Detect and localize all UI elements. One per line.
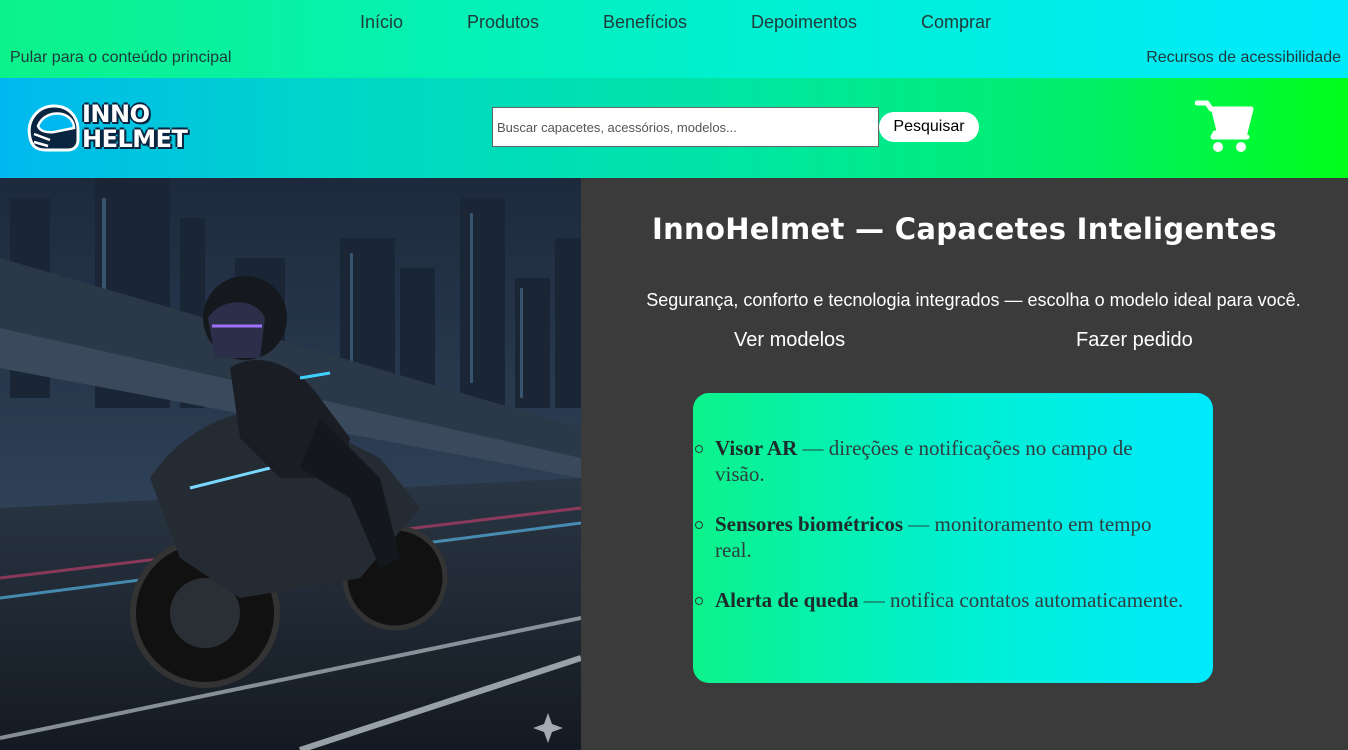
features-list: Visor AR — direções e notificações no ca…	[695, 435, 1185, 637]
hero-title: InnoHelmet — Capacetes Inteligentes	[652, 212, 1277, 246]
logo-wordmark: INNO HELMET	[82, 100, 188, 153]
innohelmet-logo[interactable]: INNO HELMET	[24, 100, 188, 160]
bullet-circle-icon	[695, 445, 703, 453]
hero-section: InnoHelmet — Capacetes Inteligentes Segu…	[581, 178, 1348, 750]
place-order-link[interactable]: Fazer pedido	[1076, 329, 1193, 352]
nav-link-depoimentos[interactable]: Depoimentos	[751, 12, 857, 33]
search-input[interactable]	[492, 107, 879, 147]
skip-to-content-link[interactable]: Pular para o conteúdo principal	[10, 49, 231, 67]
hero-image-motorcycle-rider	[0, 178, 581, 750]
feature-name: Sensores biométricos	[715, 512, 904, 536]
logo-line-helmet: HELMET	[82, 125, 188, 153]
feature-name: Alerta de queda	[715, 588, 859, 612]
view-models-link[interactable]: Ver modelos	[734, 329, 845, 352]
top-bar: Início Produtos Benefícios Depoimentos C…	[0, 0, 1348, 78]
shopping-cart-icon[interactable]	[1194, 97, 1255, 157]
search-button[interactable]: Pesquisar	[879, 112, 979, 142]
nav-link-beneficios[interactable]: Benefícios	[603, 12, 687, 33]
bullet-circle-icon	[695, 597, 703, 605]
logo-line-inno: INNO	[82, 100, 150, 128]
bullet-circle-icon	[695, 521, 703, 529]
nav-link-produtos[interactable]: Produtos	[467, 12, 539, 33]
nav-link-comprar[interactable]: Comprar	[921, 12, 991, 33]
feature-description: — notifica contatos automaticamente.	[858, 588, 1184, 612]
helmet-logo-icon	[27, 104, 80, 152]
nav-link-inicio[interactable]: Início	[360, 12, 403, 33]
features-card: Visor AR — direções e notificações no ca…	[693, 393, 1213, 683]
feature-item: Sensores biométricos — monitoramento em …	[695, 511, 1185, 563]
feature-item: Visor AR — direções e notificações no ca…	[695, 435, 1185, 487]
accessibility-features-link[interactable]: Recursos de acessibilidade	[1146, 49, 1341, 67]
hero-subtitle: Segurança, conforto e tecnologia integra…	[646, 290, 1301, 310]
feature-item: Alerta de queda — notifica contatos auto…	[695, 587, 1185, 613]
feature-name: Visor AR	[715, 436, 798, 460]
top-navigation: Início Produtos Benefícios Depoimentos C…	[0, 12, 1348, 36]
site-header: INNO HELMET Pesquisar	[0, 78, 1348, 178]
